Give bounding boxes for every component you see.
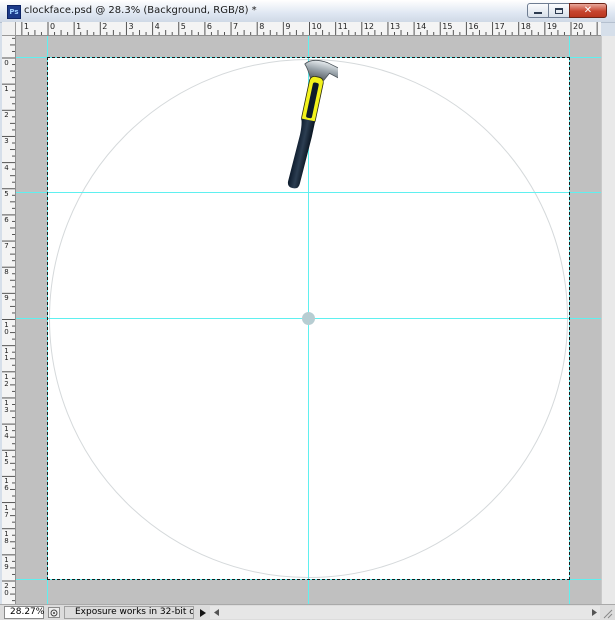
minimize-icon [534,12,542,14]
photoshop-document-window: Ps clockface.psd @ 28.3% (Background, RG… [0,0,615,620]
horizontal-ruler-label: 19 [546,22,558,31]
vertical-ruler[interactable]: 0 1 2 3 4 5 6 7 8 9 10 11 12 13 14 15 16 17 18 19 20 [2,36,16,604]
vertical-ruler-label: 13 [4,398,9,414]
photoshop-app-icon: Ps [7,5,21,19]
horizontal-ruler-label: 12 [363,22,374,31]
zoom-level-field[interactable]: 28.27% [4,606,44,619]
vertical-ruler-label: 4 [4,163,9,172]
status-bar: 28.27% Exposure works in 32-bit only [0,604,615,620]
vertical-ruler-label: 14 [4,425,9,441]
scroll-left-arrow-icon[interactable] [210,606,222,619]
canvas-pasteboard[interactable] [16,36,601,604]
window-controls: ✕ [527,3,607,19]
status-info-icon[interactable] [48,607,60,618]
horizontal-ruler-label: 14 [416,22,427,31]
status-menu-arrow-icon[interactable] [197,607,209,619]
horizontal-ruler-label: 7 [233,22,239,31]
vertical-ruler-label: 2 [4,111,9,120]
close-button[interactable]: ✕ [569,3,607,18]
horizontal-ruler-label: 4 [154,22,160,31]
vertical-ruler-label: 3 [4,137,9,146]
maximize-button[interactable] [548,3,570,18]
hammer-layer-image[interactable] [278,56,338,196]
horizontal-ruler-label: 8 [259,22,265,31]
horizontal-ruler[interactable]: 1 0 1 2 3 4 5 6 7 8 9 10 11 12 13 14 15 16 17 18 19 20 [16,22,601,36]
horizontal-ruler-label: 1 [76,22,82,31]
vertical-ruler-label: 15 [4,451,9,467]
status-message: Exposure works in 32-bit only [64,606,194,619]
close-icon: ✕ [583,4,593,16]
horizontal-ruler-label: 16 [468,22,479,31]
vertical-ruler-label: 17 [4,503,9,519]
minimize-button[interactable] [527,3,549,18]
vertical-ruler-label: 19 [4,555,9,571]
vertical-ruler-label: 0 [4,59,9,67]
vertical-ruler-label: 10 [4,320,9,336]
horizontal-ruler-label: 11 [337,22,348,31]
scroll-right-arrow-icon[interactable] [588,606,600,619]
vertical-ruler-label: 20 [4,582,9,597]
horizontal-ruler-label: 1 [23,22,29,31]
title-bar[interactable]: Ps clockface.psd @ 28.3% (Background, RG… [0,0,615,23]
vertical-ruler-label: 18 [4,529,9,545]
horizontal-ruler-label: 20 [573,22,584,31]
horizontal-ruler-label: 6 [206,22,212,31]
vertical-ruler-label: 11 [4,346,9,362]
horizontal-ruler-label: 13 [389,22,401,31]
horizontal-ruler-label: 3 [128,22,134,31]
vertical-ruler-label: 5 [4,189,9,198]
document-title: clockface.psd @ 28.3% (Background, RGB/8… [24,5,257,16]
vertical-scrollbar[interactable] [601,36,615,604]
vertical-ruler-label: 6 [4,215,9,224]
vertical-ruler-label: 7 [4,242,9,251]
vertical-ruler-label: 16 [4,477,9,493]
horizontal-ruler-label: 0 [50,22,56,31]
ruler-origin-corner[interactable] [2,22,16,36]
vertical-ruler-ticks [2,37,15,602]
horizontal-ruler-label: 15 [442,22,453,31]
vertical-ruler-label: 1 [4,85,9,94]
horizontal-ruler-label: 18 [520,22,531,31]
horizontal-scrollbar[interactable] [210,606,600,619]
horizontal-ruler-label: 5 [180,22,186,31]
guide-vertical-right[interactable] [569,36,570,604]
vertical-ruler-label: 8 [4,268,9,277]
horizontal-ruler-label: 17 [494,22,505,31]
guide-vertical-left[interactable] [47,36,48,604]
guide-horizontal-bottom[interactable] [16,579,601,580]
clock-center-dot [302,312,315,325]
vertical-ruler-label: 9 [4,294,9,303]
vertical-ruler-label: 12 [4,372,9,388]
maximize-icon [555,7,563,14]
horizontal-ruler-label: 9 [285,22,291,31]
resize-grip-icon[interactable] [602,608,613,619]
horizontal-ruler-label: 2 [102,22,108,31]
horizontal-ruler-label: 10 [311,22,322,31]
